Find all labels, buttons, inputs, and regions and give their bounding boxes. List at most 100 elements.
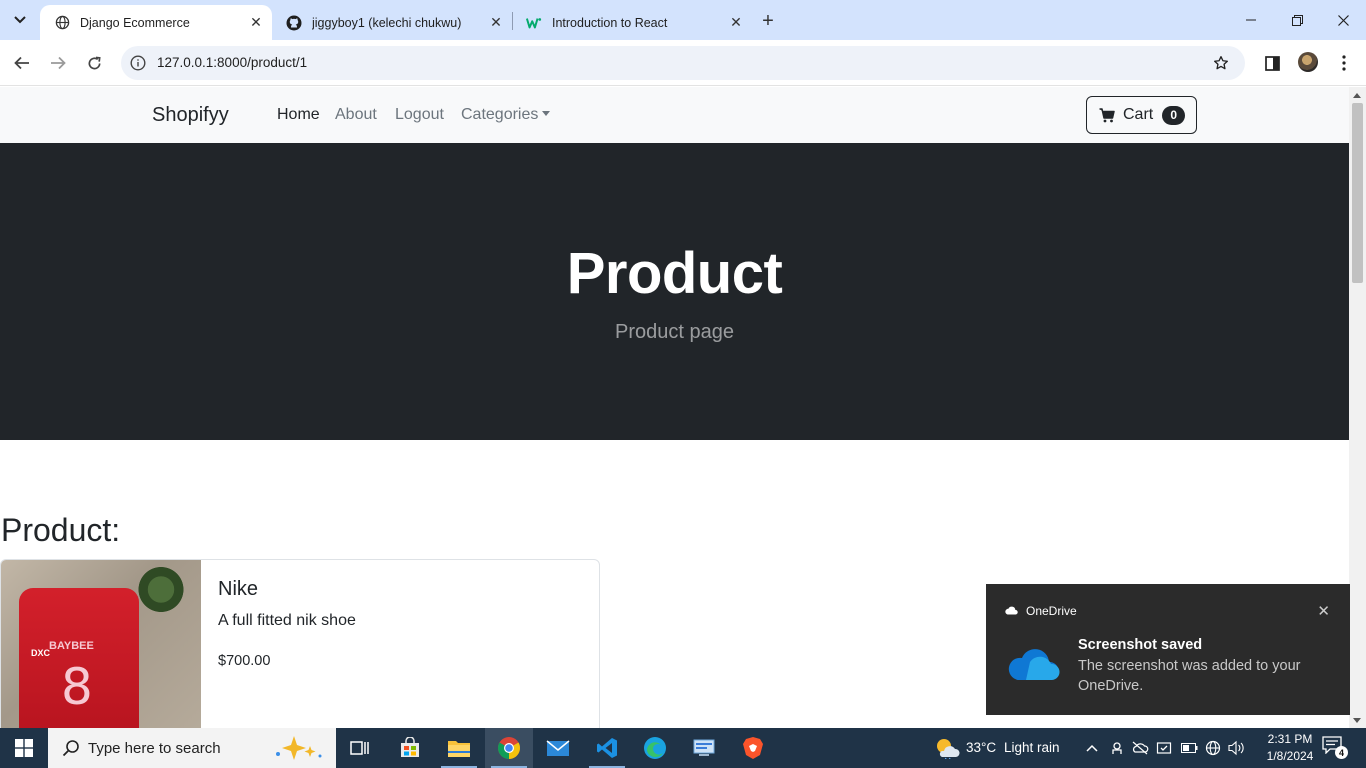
battery-icon[interactable] (1180, 739, 1198, 757)
edge-button[interactable] (631, 728, 679, 768)
scrollbar-thumb[interactable] (1352, 103, 1363, 283)
nav-categories-dropdown[interactable]: Categories (461, 106, 551, 124)
notification-count-badge: 4 (1335, 746, 1348, 759)
chevron-up-icon[interactable] (1083, 739, 1101, 757)
file-explorer-button[interactable] (435, 728, 483, 768)
close-tab-icon[interactable]: ✕ (246, 13, 266, 33)
action-center-button[interactable]: 4 (1322, 736, 1350, 760)
control-panel-icon (693, 739, 715, 756)
clock-time: 2:31 PM (1267, 732, 1313, 746)
tab-search-button[interactable] (6, 8, 34, 32)
nav-home-link[interactable]: Home (277, 106, 320, 124)
restore-button[interactable] (1274, 0, 1320, 40)
notification-app-name: OneDrive (1026, 604, 1077, 618)
caret-down-icon (542, 111, 551, 116)
task-view-icon (350, 741, 369, 755)
onedrive-tray-icon[interactable] (1131, 739, 1149, 757)
new-tab-button[interactable]: + (756, 9, 780, 33)
cart-icon (1099, 107, 1115, 122)
edge-icon (644, 737, 666, 759)
onedrive-cloud-icon (1008, 649, 1060, 680)
weather-description[interactable]: Light rain (1004, 740, 1060, 755)
product-name: Nike (218, 578, 259, 600)
taskbar-search-box[interactable]: Type here to search (48, 728, 336, 768)
cart-count-badge: 0 (1162, 105, 1186, 125)
onedrive-notification[interactable]: OneDrive ✕ Screenshot saved The screensh… (986, 584, 1350, 715)
arrow-left-icon (14, 56, 29, 70)
vscode-button[interactable] (583, 728, 631, 768)
nav-logout-link[interactable]: Logout (395, 106, 444, 124)
restore-icon (1291, 14, 1303, 26)
forward-button[interactable] (45, 50, 71, 76)
address-bar[interactable]: 127.0.0.1:8000/product/1 (121, 46, 1245, 80)
microsoft-store-button[interactable] (386, 728, 434, 768)
scroll-up-arrow-icon[interactable] (1353, 93, 1361, 98)
browser-tab-github[interactable]: jiggyboy1 (kelechi chukwu) ✕ (272, 5, 512, 40)
weather-icon[interactable] (934, 737, 960, 759)
volume-icon[interactable] (1228, 739, 1246, 757)
reload-button[interactable] (81, 50, 107, 76)
store-icon (401, 737, 419, 757)
minimize-icon (1246, 19, 1256, 21)
mail-icon (546, 740, 570, 756)
folder-icon (448, 741, 470, 757)
page-title: Product (566, 241, 783, 306)
site-info-icon[interactable] (129, 54, 147, 72)
page-scrollbar[interactable] (1349, 87, 1366, 728)
page-subtitle: Product page (615, 321, 734, 343)
arrow-right-icon (51, 56, 66, 70)
cart-button[interactable]: Cart 0 (1086, 96, 1197, 134)
taskbar-clock[interactable]: 2:31 PM 1/8/2024 (1260, 731, 1320, 765)
minimize-button[interactable] (1228, 0, 1274, 40)
notification-message: The screenshot was added to your OneDriv… (1078, 658, 1301, 694)
close-window-button[interactable] (1320, 0, 1366, 40)
close-tab-icon[interactable]: ✕ (486, 13, 506, 33)
navbar-brand[interactable]: Shopifyy (152, 104, 229, 127)
product-image: DXC BAYBEE 8 (1, 560, 201, 728)
mail-button[interactable] (534, 728, 582, 768)
onedrive-small-icon (1005, 606, 1018, 615)
close-icon (1337, 14, 1349, 26)
search-icon (62, 740, 79, 757)
plant-decor (136, 562, 186, 617)
close-notification-icon[interactable]: ✕ (1317, 602, 1330, 620)
clock-date: 1/8/2024 (1266, 749, 1314, 763)
search-highlight-icon (276, 736, 322, 760)
weather-temperature[interactable]: 33°C (966, 740, 996, 755)
notification-title: Screenshot saved (1078, 637, 1203, 653)
windows-logo-icon (15, 739, 33, 757)
meet-now-icon[interactable] (1108, 739, 1126, 757)
browser-menu-button[interactable] (1333, 52, 1355, 74)
jersey-picture: DXC BAYBEE 8 (19, 588, 139, 728)
side-panel-icon (1264, 55, 1280, 71)
url-text[interactable]: 127.0.0.1:8000/product/1 (157, 55, 307, 70)
tab-title: jiggyboy1 (kelechi chukwu) (312, 15, 462, 30)
chrome-taskbar-button[interactable] (485, 728, 533, 768)
chevron-down-icon (14, 16, 26, 24)
profile-avatar[interactable] (1298, 52, 1318, 72)
categories-label: Categories (461, 106, 539, 123)
start-button[interactable] (0, 728, 48, 768)
back-button[interactable] (9, 50, 35, 76)
network-globe-icon[interactable] (1204, 739, 1222, 757)
brave-button[interactable] (729, 728, 777, 768)
scroll-down-arrow-icon[interactable] (1353, 718, 1361, 723)
nav-about-link[interactable]: About (335, 106, 377, 124)
windows-taskbar: Type here to search 33°C Light rain 2:31… (0, 728, 1366, 768)
product-price: $700.00 (218, 653, 271, 669)
tab-title: Introduction to React (552, 15, 668, 30)
cart-label: Cart (1123, 106, 1154, 123)
control-panel-button[interactable] (680, 728, 728, 768)
browser-toolbar: 127.0.0.1:8000/product/1 (0, 40, 1366, 86)
security-icon[interactable] (1155, 739, 1173, 757)
browser-tab-strip: Django Ecommerce ✕ jiggyboy1 (kelechi ch… (0, 0, 1366, 40)
browser-tab-w3[interactable]: Introduction to React ✕ (512, 5, 752, 40)
browser-tab-active[interactable]: Django Ecommerce ✕ (40, 5, 272, 40)
w3-icon (526, 15, 542, 31)
close-tab-icon[interactable]: ✕ (726, 13, 746, 33)
search-placeholder: Type here to search (88, 739, 221, 757)
bookmark-star-icon[interactable] (1211, 53, 1231, 73)
jersey-number-text: 8 (61, 658, 93, 716)
task-view-button[interactable] (336, 728, 384, 768)
side-panel-button[interactable] (1261, 52, 1283, 74)
